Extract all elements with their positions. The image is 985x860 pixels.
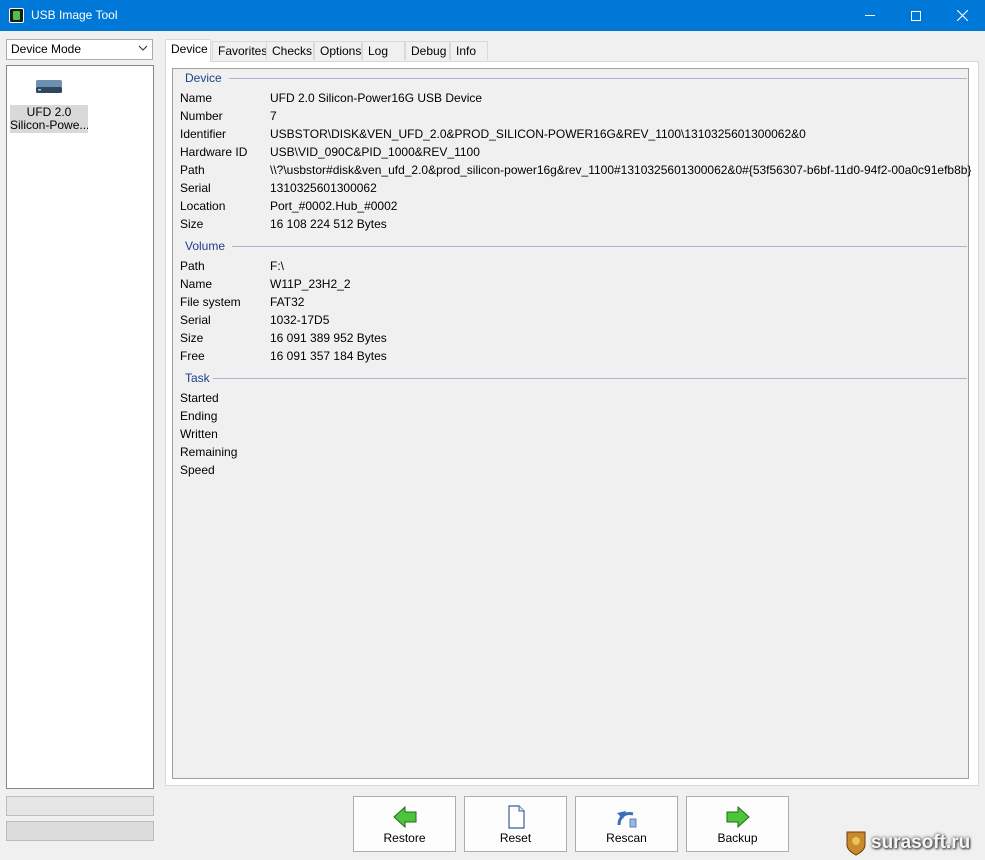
row-label: Name — [180, 91, 213, 105]
row-value: \\?\usbstor#disk&ven_ufd_2.0&prod_silico… — [270, 163, 972, 177]
row-label: Serial — [180, 313, 211, 327]
row-label: Started — [180, 391, 219, 405]
row-label: File system — [180, 295, 241, 309]
minimize-icon — [865, 15, 875, 16]
app-icon — [9, 8, 24, 23]
tab-options[interactable]: Options — [314, 41, 362, 60]
row-value: 1032-17D5 — [270, 313, 330, 327]
device-info-panel: Device Name UFD 2.0 Silicon-Power16G USB… — [172, 68, 972, 779]
close-button[interactable] — [939, 0, 985, 31]
progress-bar-primary — [6, 796, 154, 816]
row-label: Identifier — [180, 127, 227, 141]
backup-button[interactable]: Backup — [686, 796, 789, 852]
row-label: Hardware ID — [180, 145, 248, 159]
row-value: 16 091 389 952 Bytes — [270, 331, 387, 345]
row-label: Speed — [180, 463, 215, 477]
backup-label: Backup — [717, 831, 758, 845]
watermark-text: surasoft.ru — [871, 832, 971, 853]
row-label: Size — [180, 217, 204, 231]
arrow-left-icon — [393, 805, 417, 829]
restore-button[interactable]: Restore — [353, 796, 456, 852]
mode-select[interactable]: Device Mode — [6, 39, 153, 60]
device-label: UFD 2.0 Silicon-Powe... — [10, 105, 88, 133]
row-value: Port_#0002.Hub_#0002 — [270, 199, 398, 213]
tab-log[interactable]: Log — [362, 41, 405, 60]
section-header-volume: Volume — [185, 239, 226, 253]
tab-info[interactable]: Info — [450, 41, 488, 60]
row-label: Number — [180, 109, 223, 123]
row-value: UFD 2.0 Silicon-Power16G USB Device — [270, 91, 483, 105]
chevron-down-icon — [138, 45, 148, 51]
arrow-right-icon — [726, 805, 750, 829]
device-label-line2: Silicon-Powe... — [10, 118, 88, 132]
section-header-device: Device — [185, 71, 222, 85]
row-label: Written — [180, 427, 218, 441]
reset-button[interactable]: Reset — [464, 796, 567, 852]
progress-bar-secondary — [6, 821, 154, 841]
section-divider — [213, 378, 967, 379]
row-label: Size — [180, 331, 204, 345]
tab-device[interactable]: Device — [165, 39, 211, 62]
maximize-button[interactable] — [893, 0, 939, 31]
usb-drive-icon — [36, 80, 62, 93]
row-value: 16 108 224 512 Bytes — [270, 217, 387, 231]
tab-debug[interactable]: Debug — [405, 41, 450, 60]
row-value: 1310325601300062 — [270, 181, 377, 195]
device-item[interactable]: UFD 2.0 Silicon-Powe... — [10, 74, 88, 133]
maximize-icon — [911, 10, 921, 21]
tab-checks[interactable]: Checks — [266, 41, 314, 60]
row-label: Path — [180, 163, 205, 177]
device-tab-panel: Device Name UFD 2.0 Silicon-Power16G USB… — [165, 61, 979, 786]
section-header-task: Task — [185, 371, 210, 385]
row-label: Ending — [180, 409, 218, 423]
row-label: Remaining — [180, 445, 238, 459]
section-divider — [229, 78, 967, 79]
row-label: Name — [180, 277, 213, 291]
crest-icon — [846, 831, 866, 856]
row-value: USBSTOR\DISK&VEN_UFD_2.0&PROD_SILICON-PO… — [270, 127, 806, 141]
watermark: surasoft.ru — [845, 829, 985, 859]
row-value: 7 — [270, 109, 277, 123]
reset-label: Reset — [499, 831, 532, 845]
section-divider — [232, 246, 967, 247]
row-label: Location — [180, 199, 226, 213]
tab-favorites[interactable]: Favorites — [212, 41, 267, 60]
window-title: USB Image Tool — [31, 8, 118, 22]
refresh-icon — [617, 811, 637, 828]
restore-label: Restore — [383, 831, 426, 845]
mode-select-value: Device Mode — [11, 42, 82, 56]
row-value: FAT32 — [270, 295, 305, 309]
row-value: F:\ — [270, 259, 284, 273]
rescan-label: Rescan — [606, 831, 647, 845]
document-icon — [508, 805, 525, 829]
row-label: Serial — [180, 181, 211, 195]
rescan-button[interactable]: Rescan — [575, 796, 678, 852]
row-value: 16 091 357 184 Bytes — [270, 349, 387, 363]
device-list[interactable]: UFD 2.0 Silicon-Powe... — [6, 65, 154, 789]
minimize-button[interactable] — [847, 0, 893, 31]
row-value: USB\VID_090C&PID_1000&REV_1100 — [270, 145, 480, 159]
close-icon — [956, 10, 968, 21]
row-label: Free — [180, 349, 205, 363]
row-value: W11P_23H2_2 — [270, 277, 351, 291]
title-bar: USB Image Tool — [0, 0, 985, 31]
row-label: Path — [180, 259, 205, 273]
